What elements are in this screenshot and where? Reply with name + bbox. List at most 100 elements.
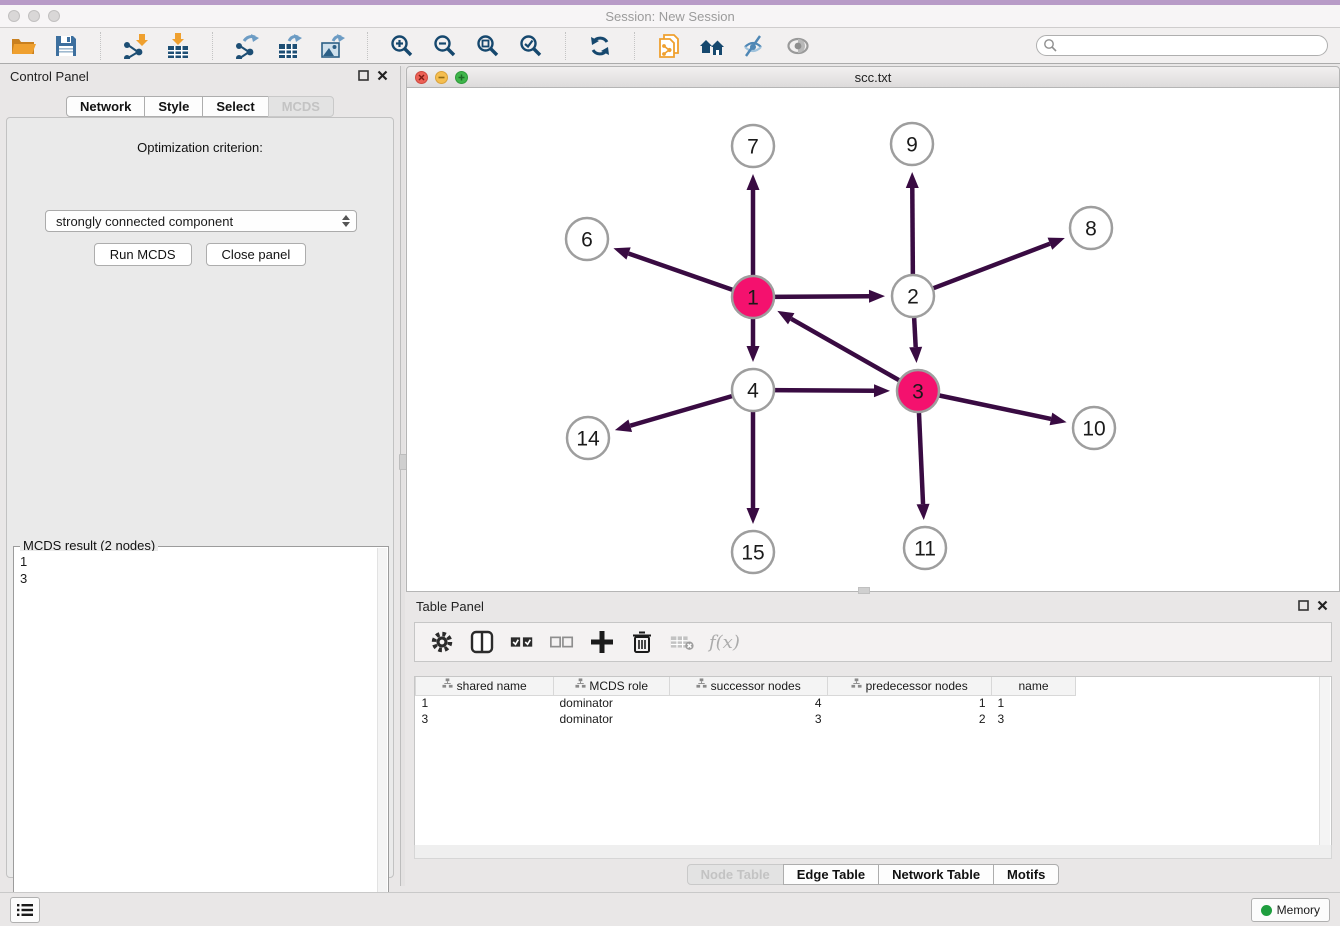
search-input[interactable] (1058, 37, 1327, 54)
node-table-body: 1dominator4113dominator323 (416, 695, 1076, 727)
eye-slash-icon[interactable] (742, 33, 768, 59)
table-cell[interactable]: 1 (828, 695, 992, 711)
control-panel-title: Control Panel (10, 69, 89, 84)
mcds-result-group: MCDS result (2 nodes) 1 3 (13, 546, 389, 922)
delete-column-icon[interactable] (629, 629, 655, 655)
graph-edge-arrowhead (909, 347, 922, 363)
dropdown-stepper-icon (338, 213, 353, 229)
control-panel-tabs: NetworkStyleSelectMCDS (0, 96, 400, 117)
close-panel-icon[interactable] (1317, 600, 1328, 611)
column-header-shared-name[interactable]: shared name (416, 677, 554, 695)
zoom-fit-icon[interactable] (475, 33, 501, 59)
add-column-icon[interactable] (589, 629, 615, 655)
table-cell[interactable]: 3 (992, 711, 1076, 727)
status-bar: Memory (0, 892, 1340, 926)
close-panel-button[interactable]: Close panel (206, 243, 307, 266)
graph-edge-arrowhead (747, 508, 760, 524)
tab-style[interactable]: Style (144, 96, 203, 117)
table-cell[interactable]: dominator (554, 711, 670, 727)
select-all-icon[interactable] (509, 629, 535, 655)
eye-icon[interactable] (785, 33, 811, 59)
result-scrollbar[interactable] (377, 548, 387, 920)
graph-edge-arrowhead (613, 247, 630, 259)
table-row[interactable]: 1dominator411 (416, 695, 1076, 711)
graph-edge[interactable] (919, 408, 923, 504)
graph-node-label: 9 (906, 134, 918, 157)
network-window-title: scc.txt (407, 70, 1339, 85)
node-table: shared name MCDS role successor nodes pr… (414, 676, 1332, 846)
toolbar-separator (212, 32, 213, 60)
mcds-panel: Optimization criterion: strongly connect… (6, 117, 394, 878)
column-header-name[interactable]: name (992, 677, 1076, 695)
graph-edge[interactable] (912, 188, 913, 279)
table-cell[interactable]: 3 (670, 711, 828, 727)
tab-mcds[interactable]: MCDS (268, 96, 334, 117)
float-panel-icon[interactable] (358, 70, 369, 81)
graph-edge[interactable] (770, 296, 869, 297)
table-import-icon[interactable] (165, 33, 191, 59)
tab-network[interactable]: Network (66, 96, 145, 117)
main-toolbar (0, 28, 1340, 64)
table-cell[interactable]: 2 (828, 711, 992, 727)
network-import-icon[interactable] (122, 33, 148, 59)
graph-edge-arrowhead (615, 419, 632, 431)
table-cell[interactable]: dominator (554, 695, 670, 711)
graph-node-label: 15 (741, 542, 764, 565)
graph-edge-arrowhead (874, 384, 890, 397)
mcds-result-lines[interactable]: 1 3 (16, 551, 376, 919)
network-canvas[interactable]: 7968124314101511 (406, 88, 1340, 592)
graph-edge[interactable] (929, 244, 1050, 290)
float-panel-icon[interactable] (1298, 600, 1309, 611)
table-cell[interactable]: 3 (416, 711, 554, 727)
table-vertical-scrollbar[interactable] (1319, 677, 1330, 845)
network-window-titlebar: scc.txt (406, 66, 1340, 88)
table-cell[interactable]: 1 (992, 695, 1076, 711)
column-header-successor-nodes[interactable]: successor nodes (670, 677, 828, 695)
memory-button[interactable]: Memory (1251, 898, 1330, 922)
table-cell[interactable]: 1 (416, 695, 554, 711)
tab-motifs[interactable]: Motifs (993, 864, 1059, 885)
columns-icon[interactable] (469, 629, 495, 655)
home-views-icon[interactable] (699, 33, 725, 59)
refresh-icon[interactable] (587, 33, 613, 59)
tab-node-table[interactable]: Node Table (687, 864, 784, 885)
column-header-mcds-role[interactable]: MCDS role (554, 677, 670, 695)
graph-node-label: 2 (907, 286, 919, 309)
table-horizontal-scrollbar[interactable] (414, 845, 1332, 859)
graph-edge[interactable] (630, 395, 736, 426)
horizontal-splitter-grip[interactable] (858, 587, 870, 594)
table-toolbar: f(x) (414, 622, 1332, 662)
close-panel-icon[interactable] (377, 70, 388, 81)
gear-icon[interactable] (429, 629, 455, 655)
search-box[interactable] (1036, 35, 1328, 56)
save-icon[interactable] (53, 33, 79, 59)
panel-splitter[interactable] (400, 66, 405, 886)
graph-node-label: 7 (747, 136, 759, 159)
graph-edge[interactable] (629, 254, 737, 292)
table-header-row: shared name MCDS role successor nodes pr… (416, 677, 1076, 695)
table-export-icon[interactable] (277, 33, 303, 59)
zoom-selected-icon[interactable] (518, 33, 544, 59)
graph-edge-arrowhead (747, 346, 760, 362)
image-export-icon[interactable] (320, 33, 346, 59)
tab-select[interactable]: Select (202, 96, 268, 117)
task-history-button[interactable] (10, 897, 40, 923)
table-cell[interactable]: 4 (670, 695, 828, 711)
graph-edge[interactable] (791, 319, 903, 383)
table-row[interactable]: 3dominator323 (416, 711, 1076, 727)
graph-node-label: 14 (576, 428, 600, 451)
column-type-icon (442, 678, 453, 689)
column-header-predecessor-nodes[interactable]: predecessor nodes (828, 677, 992, 695)
network-export-icon[interactable] (234, 33, 260, 59)
deselect-all-icon[interactable] (549, 629, 575, 655)
zoom-in-icon[interactable] (389, 33, 415, 59)
tab-network-table[interactable]: Network Table (878, 864, 994, 885)
optimization-criterion-select[interactable]: strongly connected component (45, 210, 357, 232)
open-folder-icon[interactable] (10, 33, 36, 59)
graph-edge[interactable] (935, 394, 1051, 418)
clone-network-icon[interactable] (656, 33, 682, 59)
graph-edge[interactable] (770, 390, 874, 391)
tab-edge-table[interactable]: Edge Table (783, 864, 879, 885)
zoom-out-icon[interactable] (432, 33, 458, 59)
run-mcds-button[interactable]: Run MCDS (94, 243, 192, 266)
